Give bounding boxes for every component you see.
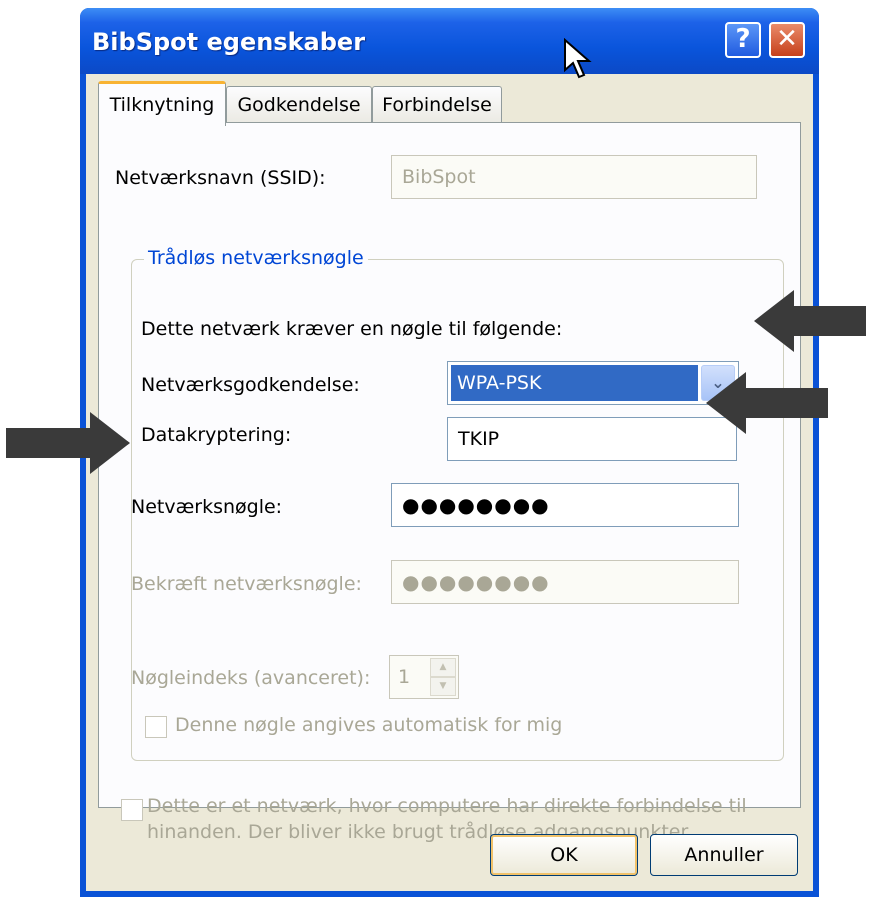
pointer-arrow-icon bbox=[754, 290, 866, 352]
window-title: BibSpot egenskaber bbox=[92, 28, 366, 56]
spin-down-icon[interactable]: ▼ bbox=[430, 677, 456, 696]
pointer-arrow-icon bbox=[6, 412, 130, 474]
titlebar[interactable]: BibSpot egenskaber ? ✕ bbox=[80, 8, 819, 74]
adhoc-checkbox[interactable] bbox=[121, 799, 143, 821]
auth-dropdown[interactable]: WPA-PSK ⌄ bbox=[447, 361, 739, 405]
auto-key-checkbox[interactable] bbox=[145, 716, 167, 738]
adhoc-label-line1: Dette er et netværk, hvor computere har … bbox=[147, 795, 747, 817]
tab-panel: Netværksnavn (SSID): BibSpot Trådløs net… bbox=[98, 122, 801, 843]
auto-key-label: Denne nøgle angives automatisk for mig bbox=[175, 714, 563, 736]
properties-window: BibSpot egenskaber ? ✕ Tilknytning Godke… bbox=[80, 8, 819, 897]
key-index-label: Nøgleindeks (avanceret): bbox=[131, 667, 371, 689]
help-button[interactable]: ? bbox=[725, 22, 761, 58]
spin-buttons: ▲ ▼ bbox=[430, 658, 456, 696]
tab-forbindelse[interactable]: Forbindelse bbox=[372, 86, 502, 123]
auth-selected-value: WPA-PSK bbox=[451, 365, 698, 401]
pointer-arrow-icon bbox=[706, 372, 828, 434]
help-icon: ? bbox=[735, 24, 751, 54]
ssid-field[interactable]: BibSpot bbox=[391, 155, 757, 199]
requirement-text: Dette netværk kræver en nøgle til følgen… bbox=[141, 318, 563, 340]
cancel-button[interactable]: Annuller bbox=[650, 834, 798, 876]
dialog-client: Tilknytning Godkendelse Forbindelse Netv… bbox=[86, 74, 813, 891]
tab-godkendelse[interactable]: Godkendelse bbox=[226, 86, 372, 123]
key-label: Netværksnøgle: bbox=[131, 496, 283, 518]
close-button[interactable]: ✕ bbox=[769, 22, 805, 58]
ok-button[interactable]: OK bbox=[490, 834, 638, 876]
confirm-key-label: Bekræft netværksnøgle: bbox=[131, 573, 362, 595]
mouse-cursor-icon bbox=[564, 38, 592, 79]
key-index-spinner[interactable]: 1 ▲ ▼ bbox=[389, 655, 459, 699]
group-title: Trådløs netværksnøgle bbox=[144, 247, 368, 269]
auth-label: Netværksgodkendelse: bbox=[141, 374, 360, 396]
tab-tilknytning[interactable]: Tilknytning bbox=[98, 81, 226, 126]
confirm-key-field[interactable]: ●●●●●●●● bbox=[391, 560, 739, 604]
encryption-label: Datakryptering: bbox=[141, 424, 292, 446]
key-index-value: 1 bbox=[398, 666, 411, 688]
key-field[interactable]: ●●●●●●●● bbox=[391, 483, 739, 527]
encryption-dropdown[interactable]: TKIP bbox=[447, 417, 737, 461]
close-icon: ✕ bbox=[776, 24, 798, 54]
spin-up-icon[interactable]: ▲ bbox=[430, 658, 456, 677]
ssid-label: Netværksnavn (SSID): bbox=[115, 167, 326, 189]
